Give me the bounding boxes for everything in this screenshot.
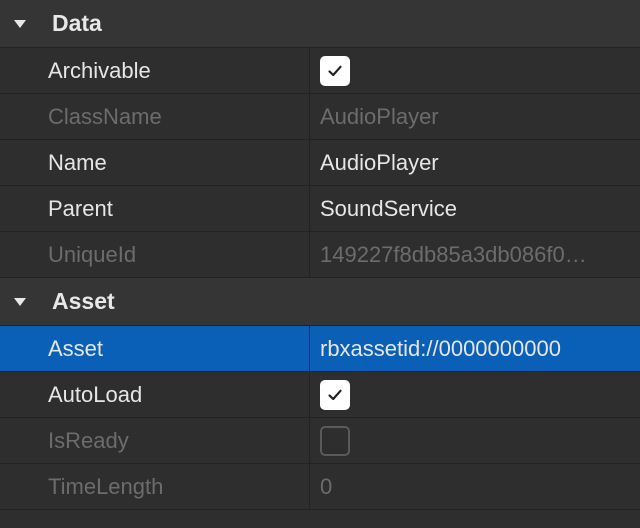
property-name: ClassName	[0, 94, 310, 139]
property-row-parent[interactable]: Parent SoundService	[0, 186, 640, 232]
checkmark-icon	[328, 65, 342, 76]
property-name: Asset	[0, 326, 310, 371]
asset-value[interactable]: rbxassetid://0000000000	[320, 336, 561, 362]
property-name: Archivable	[0, 48, 310, 93]
properties-panel: Data Archivable ClassName AudioPlayer Na…	[0, 0, 640, 528]
property-name: Parent	[0, 186, 310, 231]
chevron-down-icon[interactable]	[14, 297, 26, 306]
property-value: 0	[310, 464, 640, 509]
property-value	[310, 372, 640, 417]
property-value[interactable]: AudioPlayer	[310, 140, 640, 185]
property-row-asset[interactable]: Asset rbxassetid://0000000000	[0, 326, 640, 372]
property-row-classname: ClassName AudioPlayer	[0, 94, 640, 140]
name-value[interactable]: AudioPlayer	[320, 150, 439, 176]
property-row-timelength: TimeLength 0	[0, 464, 640, 510]
property-value	[310, 418, 640, 463]
section-header-data[interactable]: Data	[0, 0, 640, 48]
section-title: Asset	[52, 288, 115, 314]
isready-checkbox	[320, 425, 350, 456]
property-name: IsReady	[0, 418, 310, 463]
property-value: AudioPlayer	[310, 94, 640, 139]
archivable-checkbox[interactable]	[320, 55, 350, 86]
property-name: AutoLoad	[0, 372, 310, 417]
property-row-uniqueid: UniqueId 149227f8db85a3db086f0…	[0, 232, 640, 278]
checkmark-icon	[328, 389, 342, 400]
property-value	[310, 48, 640, 93]
property-row-name[interactable]: Name AudioPlayer	[0, 140, 640, 186]
section-header-asset[interactable]: Asset	[0, 278, 640, 326]
property-row-autoload[interactable]: AutoLoad	[0, 372, 640, 418]
property-value[interactable]: rbxassetid://0000000000	[310, 326, 640, 371]
section-title: Data	[52, 10, 102, 36]
property-name: UniqueId	[0, 232, 310, 277]
classname-value: AudioPlayer	[320, 103, 439, 129]
property-name: Name	[0, 140, 310, 185]
property-value: 149227f8db85a3db086f0…	[310, 232, 640, 277]
uniqueid-value: 149227f8db85a3db086f0…	[320, 241, 587, 267]
property-row-archivable[interactable]: Archivable	[0, 48, 640, 94]
property-name: TimeLength	[0, 464, 310, 509]
property-row-isready: IsReady	[0, 418, 640, 464]
timelength-value: 0	[320, 473, 333, 499]
autoload-checkbox[interactable]	[320, 379, 350, 410]
parent-value[interactable]: SoundService	[320, 196, 457, 222]
chevron-down-icon[interactable]	[14, 19, 26, 28]
property-value[interactable]: SoundService	[310, 186, 640, 231]
